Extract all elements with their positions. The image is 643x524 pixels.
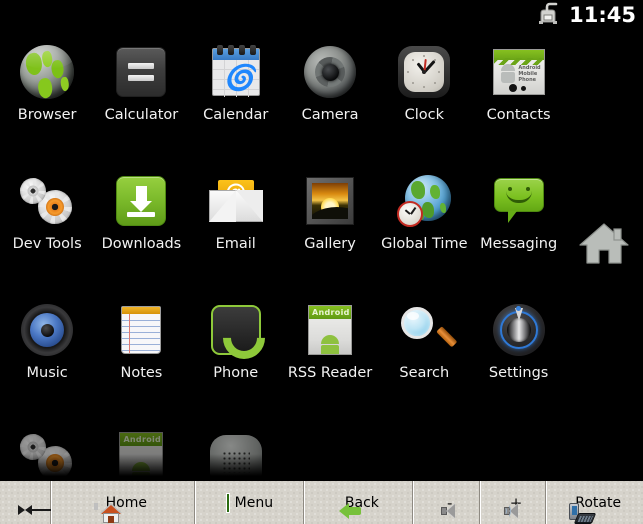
app-item-messaging[interactable]: Messaging xyxy=(471,162,565,291)
app-label: Clock xyxy=(404,107,445,123)
home-icon[interactable] xyxy=(573,215,635,271)
volume-down-button[interactable]: - xyxy=(413,481,480,524)
rotate-button-label: Rotate xyxy=(575,494,622,511)
menu-lines-icon xyxy=(226,493,229,512)
app-item-contacts[interactable]: Android Mobile Phone Contacts xyxy=(471,33,565,162)
menu-button[interactable]: Menu xyxy=(195,481,305,524)
calendar-icon: 🌀 xyxy=(207,43,265,101)
app-label: Downloads xyxy=(101,236,182,252)
app-item-clock[interactable]: Clock xyxy=(377,33,471,162)
home-icon-glyph xyxy=(579,223,629,264)
app-row: Music Notes Phone Android RSS Reader Sea… xyxy=(0,291,566,420)
app-item-calendar[interactable]: 🌀 Calendar xyxy=(189,33,283,162)
app-row: Dev Tools Downloads @ xyxy=(0,162,566,291)
menu-button-label: Menu xyxy=(234,494,274,511)
drawer-bottom-fade xyxy=(0,454,566,480)
speech-bubble-smiley-icon xyxy=(490,172,548,230)
volume-up-button[interactable]: + xyxy=(479,481,547,524)
download-arrow-icon xyxy=(112,172,170,230)
notepad-icon xyxy=(112,301,170,359)
app-label: Contacts xyxy=(486,107,551,123)
magnifying-glass-icon xyxy=(395,301,458,359)
app-label: Browser xyxy=(17,107,77,123)
globe-clock-icon xyxy=(395,172,453,230)
rss-card-header: Android xyxy=(309,306,352,319)
resize-button[interactable] xyxy=(0,481,53,524)
phone-handset-icon xyxy=(207,301,265,359)
app-label: Calculator xyxy=(104,107,179,123)
speaker-cone-icon xyxy=(18,301,76,359)
calculator-equals-icon xyxy=(112,43,170,101)
app-item-phone[interactable]: Phone xyxy=(189,291,283,420)
rss-android-card-icon: Android xyxy=(301,301,359,359)
app-label: Email xyxy=(215,236,256,252)
app-grid: Browser Calculator 🌀 Calendar Camera Clo… xyxy=(0,30,566,480)
status-bar: 11:45 xyxy=(0,0,643,30)
home-button[interactable]: Home xyxy=(51,481,196,524)
emulator-toolbar: Home Menu Back - + Rotate xyxy=(0,480,643,524)
app-label: Settings xyxy=(488,365,549,381)
app-item-rss-reader[interactable]: Android RSS Reader xyxy=(283,291,377,420)
app-row: Browser Calculator 🌀 Calendar Camera Clo… xyxy=(0,33,566,162)
app-label: Music xyxy=(26,365,68,381)
app-item-calculator[interactable]: Calculator xyxy=(94,33,188,162)
rotate-button[interactable]: Rotate xyxy=(546,481,643,524)
browser-globe-icon xyxy=(18,43,76,101)
emulator-window: 11:45 Browser Calculator 🌀 Calendar Came… xyxy=(0,0,643,524)
app-label: Notes xyxy=(120,365,163,381)
app-item-global-time[interactable]: Global Time xyxy=(377,162,471,291)
app-label: Dev Tools xyxy=(12,236,82,252)
app-item-email[interactable]: @ Email xyxy=(189,162,283,291)
app-item-search[interactable]: Search xyxy=(377,291,471,420)
android-card-header: Android xyxy=(120,433,163,446)
app-item-camera[interactable]: Camera xyxy=(283,33,377,162)
gears-icon xyxy=(18,172,76,230)
analog-clock-icon xyxy=(395,43,453,101)
settings-dial-icon xyxy=(490,301,548,359)
app-item-gallery[interactable]: Gallery xyxy=(283,162,377,291)
app-label: Calendar xyxy=(203,107,269,123)
app-item-browser[interactable]: Browser xyxy=(0,33,94,162)
app-label: RSS Reader xyxy=(287,365,373,381)
app-label: Phone xyxy=(213,365,259,381)
app-label: Global Time xyxy=(381,236,468,252)
app-label: Messaging xyxy=(480,236,558,252)
photo-frame-sunset-icon xyxy=(301,172,359,230)
app-label: Camera xyxy=(301,107,359,123)
app-drawer[interactable]: Browser Calculator 🌀 Calendar Camera Clo… xyxy=(0,30,643,480)
app-item-music[interactable]: Music xyxy=(0,291,94,420)
app-item-notes[interactable]: Notes xyxy=(94,291,188,420)
app-label: Gallery xyxy=(304,236,356,252)
envelope-at-icon: @ xyxy=(207,172,265,230)
camera-lens-icon xyxy=(301,43,359,101)
app-item-dev-tools[interactable]: Dev Tools xyxy=(0,162,94,291)
status-bar-clock: 11:45 xyxy=(569,2,636,27)
app-item-settings[interactable]: Settings xyxy=(471,291,565,420)
app-label: Search xyxy=(399,365,450,381)
app-item-downloads[interactable]: Downloads xyxy=(94,162,188,291)
usb-plug-icon xyxy=(535,2,561,28)
contacts-android-card-icon: Android Mobile Phone xyxy=(490,43,548,101)
back-button[interactable]: Back xyxy=(304,481,414,524)
